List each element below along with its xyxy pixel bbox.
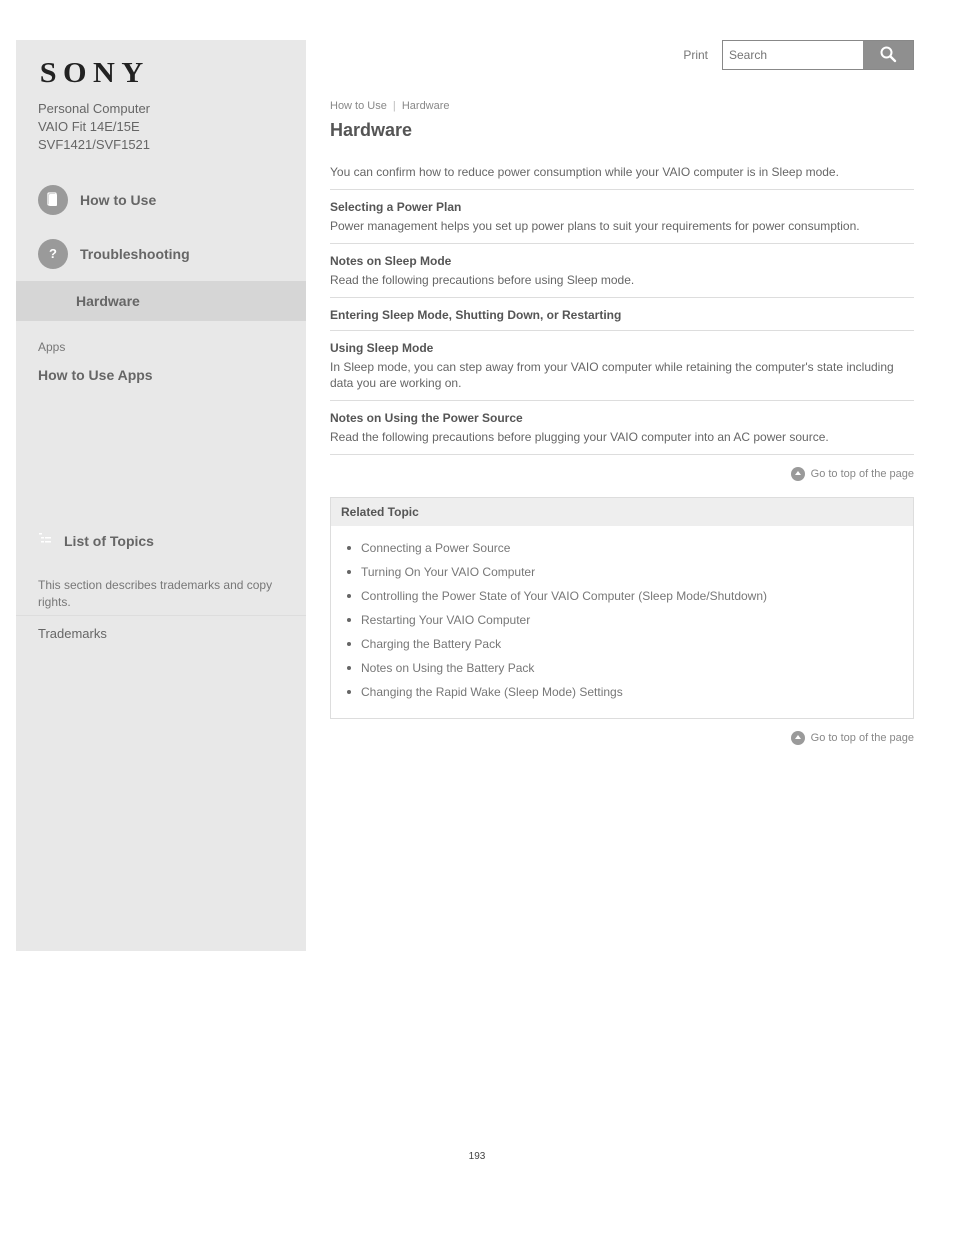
- sidebar-item-troubleshooting[interactable]: ? Troubleshooting: [16, 227, 306, 281]
- breadcrumb-link[interactable]: How to Use: [330, 100, 387, 112]
- topic-desc: Read the following precautions before pl…: [330, 429, 914, 446]
- top-bar: Print: [330, 40, 914, 70]
- divider: [330, 189, 914, 190]
- page-intro: You can confirm how to reduce power cons…: [330, 163, 914, 181]
- go-to-top-label: Go to top of the page: [811, 732, 914, 744]
- sidebar-item-label: Hardware: [76, 293, 140, 309]
- sidebar-item-label: How to Use: [80, 192, 156, 208]
- related-topic-link[interactable]: Restarting Your VAIO Computer: [343, 608, 901, 632]
- go-to-top-link[interactable]: Go to top of the page: [330, 467, 914, 481]
- go-to-top-link[interactable]: Go to top of the page: [330, 731, 914, 745]
- product-name: Personal Computer VAIO Fit 14E/15E SVF14…: [16, 100, 306, 173]
- product-model: SVF1421/SVF1521: [38, 137, 150, 152]
- topic-item[interactable]: Using Sleep Mode In Sleep mode, you can …: [330, 341, 914, 393]
- product-series: VAIO Fit 14E/15E: [38, 119, 140, 134]
- product-category: Personal Computer: [38, 101, 150, 116]
- related-topic-link[interactable]: Controlling the Power State of Your VAIO…: [343, 584, 901, 608]
- sidebar-link-trademarks[interactable]: Trademarks: [16, 615, 306, 651]
- divider: [330, 330, 914, 331]
- arrow-up-icon: [791, 467, 805, 481]
- divider: [330, 243, 914, 244]
- page-title: Hardware: [330, 120, 914, 141]
- related-topics-list: Connecting a Power Source Turning On You…: [343, 536, 901, 704]
- topic-title: Selecting a Power Plan: [330, 200, 914, 214]
- divider: [330, 400, 914, 401]
- related-topic-link[interactable]: Changing the Rapid Wake (Sleep Mode) Set…: [343, 680, 901, 704]
- go-to-top-label: Go to top of the page: [811, 468, 914, 480]
- breadcrumb-link[interactable]: Hardware: [402, 100, 450, 112]
- search-box: [722, 40, 914, 70]
- sidebar-apps-title: How to Use Apps: [38, 363, 284, 383]
- list-icon: [38, 531, 52, 548]
- topic-item[interactable]: Selecting a Power Plan Power management …: [330, 200, 914, 235]
- topic-desc: In Sleep mode, you can step away from yo…: [330, 359, 914, 393]
- related-topics-heading: Related Topic: [331, 498, 913, 526]
- manual-icon: [38, 185, 68, 215]
- search-button[interactable]: [863, 41, 913, 69]
- breadcrumb: How to Use | Hardware: [330, 100, 914, 112]
- sidebar-item-how-to-use[interactable]: How to Use: [16, 173, 306, 227]
- sidebar-item-hardware[interactable]: Hardware: [16, 281, 306, 321]
- main-content: Print How to Use | Hardware Hardware You…: [330, 40, 914, 951]
- topic-title: Entering Sleep Mode, Shutting Down, or R…: [330, 308, 914, 322]
- related-topic-link[interactable]: Connecting a Power Source: [343, 536, 901, 560]
- arrow-up-icon: [791, 731, 805, 745]
- topic-title: Notes on Using the Power Source: [330, 411, 914, 425]
- topic-desc: Read the following precautions before us…: [330, 272, 914, 289]
- sidebar-item-label: Troubleshooting: [80, 246, 190, 262]
- sidebar-item-label: List of Topics: [64, 529, 154, 549]
- related-topics-box: Related Topic Connecting a Power Source …: [330, 497, 914, 719]
- divider: [330, 454, 914, 455]
- page-number: 193: [0, 1151, 954, 1192]
- topic-title: Notes on Sleep Mode: [330, 254, 914, 268]
- brand-logo: SONY: [16, 58, 329, 100]
- related-topic-link[interactable]: Notes on Using the Battery Pack: [343, 656, 901, 680]
- sidebar-item-list-of-topics[interactable]: List of Topics: [16, 389, 306, 559]
- sidebar-apps-intro: Apps: [16, 321, 306, 360]
- topic-title: Using Sleep Mode: [330, 341, 914, 355]
- search-input[interactable]: [723, 41, 863, 69]
- breadcrumb-separator: |: [393, 100, 396, 112]
- related-topic-link[interactable]: Turning On Your VAIO Computer: [343, 560, 901, 584]
- print-link[interactable]: Print: [683, 48, 708, 62]
- sidebar-trademarks-notice: This section describes trademarks and co…: [16, 559, 306, 615]
- divider: [330, 297, 914, 298]
- topic-desc: Power management helps you set up power …: [330, 218, 914, 235]
- topic-item[interactable]: Entering Sleep Mode, Shutting Down, or R…: [330, 308, 914, 322]
- topic-item[interactable]: Notes on Sleep Mode Read the following p…: [330, 254, 914, 289]
- search-icon: [879, 45, 897, 66]
- sidebar: SONY Personal Computer VAIO Fit 14E/15E …: [16, 40, 306, 951]
- related-topic-link[interactable]: Charging the Battery Pack: [343, 632, 901, 656]
- topic-item[interactable]: Notes on Using the Power Source Read the…: [330, 411, 914, 446]
- svg-text:?: ?: [49, 246, 57, 261]
- help-icon: ?: [38, 239, 68, 269]
